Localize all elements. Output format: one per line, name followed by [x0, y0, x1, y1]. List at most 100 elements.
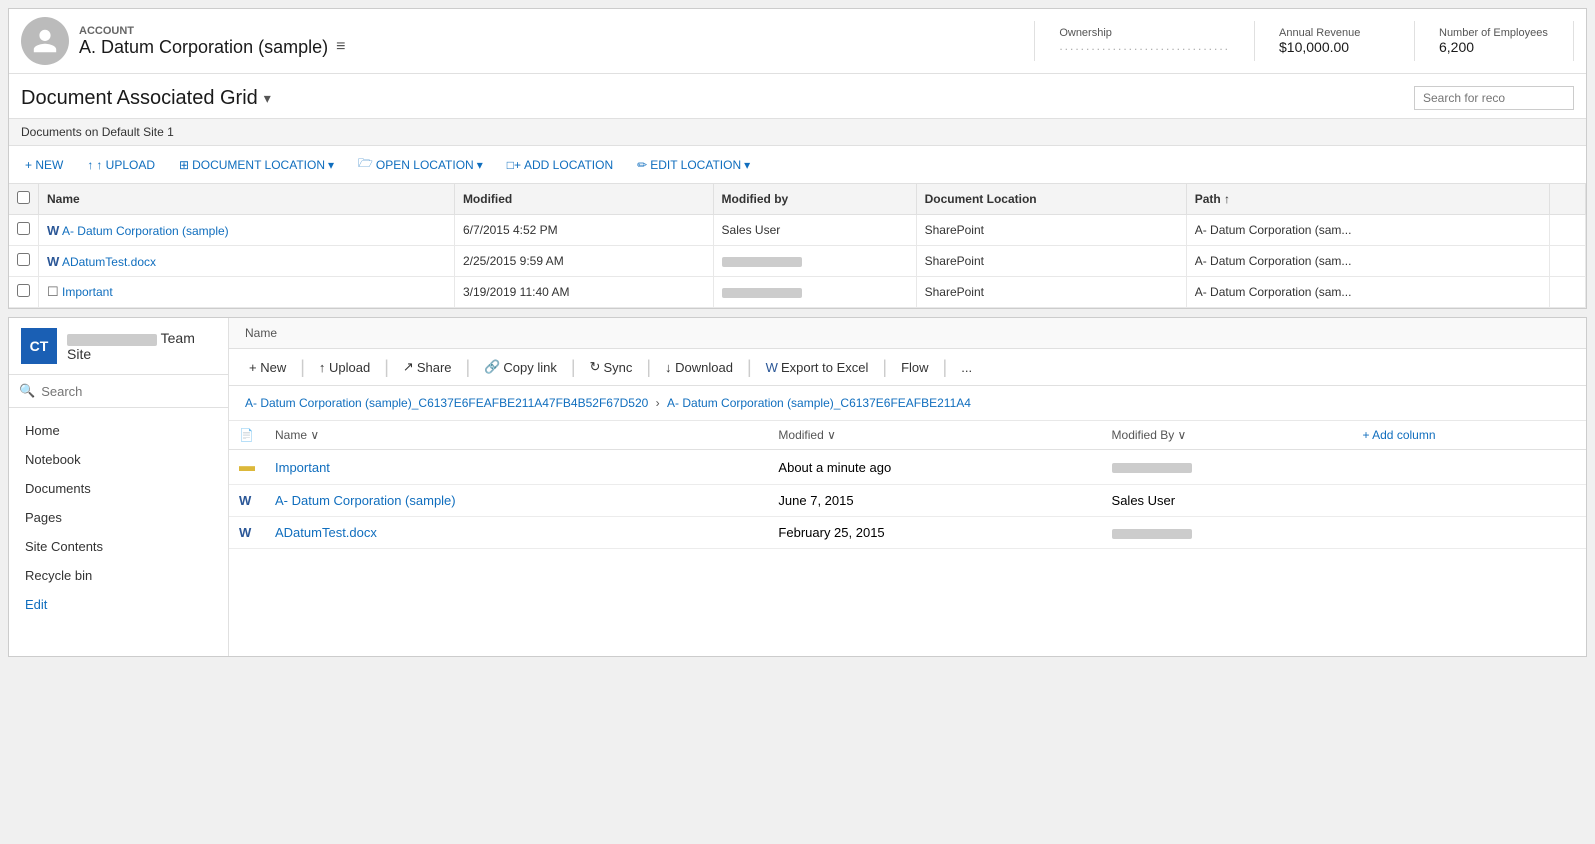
new-button[interactable]: + NEW: [21, 156, 67, 174]
sp-doc-name-link[interactable]: Important: [275, 460, 330, 475]
sp-col-name[interactable]: Name ∨: [265, 421, 768, 450]
word-icon: W: [47, 254, 59, 269]
edit-location-icon: ✏: [637, 158, 647, 172]
sp-nav-item-site-contents[interactable]: Site Contents: [9, 532, 228, 561]
grid-title-dropdown-icon[interactable]: ▾: [264, 90, 271, 107]
row-path-cell: A- Datum Corporation (sam...: [1186, 277, 1550, 308]
grid-title-wrap: Document Associated Grid ▾: [21, 87, 271, 110]
upload-button[interactable]: ↑ ↑ UPLOAD: [83, 156, 159, 174]
edit-location-button[interactable]: ✏ EDIT LOCATION ▾: [633, 156, 754, 174]
row-name-cell: W A- Datum Corporation (sample): [39, 215, 455, 246]
sp-doc-name-link[interactable]: ADatumTest.docx: [275, 525, 377, 540]
add-location-button[interactable]: □+ ADD LOCATION: [503, 156, 617, 174]
doc-name-link[interactable]: Important: [62, 285, 113, 299]
folder-icon: ▬: [239, 458, 255, 475]
col-doc-location: Document Location: [916, 184, 1186, 215]
sp-row-icon-cell: W: [229, 517, 265, 549]
ownership-label: Ownership: [1059, 27, 1230, 39]
sp-search-icon: 🔍: [19, 383, 35, 399]
sp-export-button[interactable]: W Export to Excel: [758, 356, 877, 379]
sp-nav-item-edit[interactable]: Edit: [9, 590, 228, 619]
sp-breadcrumb-part2: A- Datum Corporation (sample)_C6137E6FEA…: [667, 396, 971, 410]
file-icon: ☐: [47, 284, 59, 299]
sp-copy-link-icon: 🔗: [484, 359, 500, 375]
sp-doc-name-link[interactable]: A- Datum Corporation (sample): [275, 493, 456, 508]
table-row: W A- Datum Corporation (sample) 6/7/2015…: [9, 215, 1586, 246]
sp-table-row: W ADatumTest.docx February 25, 2015: [229, 517, 1586, 549]
sp-share-button[interactable]: ↗ Share: [395, 355, 460, 379]
sp-main: Name + New | ↑ Upload | ↗ Share | 🔗 Copy…: [229, 318, 1586, 656]
col-modified: Modified: [454, 184, 713, 215]
row-path-cell: A- Datum Corporation (sam...: [1186, 215, 1550, 246]
sp-col-modified[interactable]: Modified ∨: [768, 421, 1101, 450]
sp-nav-item-pages[interactable]: Pages: [9, 503, 228, 532]
sp-row-modified-by-cell: Sales User: [1102, 485, 1353, 517]
sp-table-row: ▬ Important About a minute ago: [229, 450, 1586, 485]
sp-search-input[interactable]: [41, 384, 218, 399]
row-checkbox-cell: [9, 277, 39, 308]
open-location-button[interactable]: 🗁 OPEN LOCATION ▾: [354, 152, 487, 177]
select-all-checkbox[interactable]: [17, 191, 30, 204]
row-doc-location-cell: SharePoint: [916, 215, 1186, 246]
sp-row-modified-cell: February 25, 2015: [768, 517, 1101, 549]
documents-table: Name Modified Modified by Document Locat…: [9, 184, 1586, 308]
annual-revenue-field: Annual Revenue $10,000.00: [1254, 21, 1414, 61]
row-doc-location-cell: SharePoint: [916, 246, 1186, 277]
table-row: W ADatumTest.docx 2/25/2015 9:59 AM Shar…: [9, 246, 1586, 277]
doc-name-link[interactable]: A- Datum Corporation (sample): [62, 224, 229, 238]
search-input[interactable]: [1414, 86, 1574, 110]
doc-name-link[interactable]: ADatumTest.docx: [62, 255, 156, 269]
word-icon: W: [239, 493, 251, 508]
row-modified-by-cell: Sales User: [713, 215, 916, 246]
sp-modified-by-blur: [1112, 529, 1192, 539]
sp-nav-item-notebook[interactable]: Notebook: [9, 445, 228, 474]
row-modified-by-cell: [713, 246, 916, 277]
sp-flow-button[interactable]: Flow: [893, 356, 936, 379]
sp-more-button[interactable]: ...: [953, 356, 980, 379]
row-checkbox[interactable]: [17, 284, 30, 297]
sp-copy-link-button[interactable]: 🔗 Copy link: [476, 355, 565, 379]
sp-sync-button[interactable]: ↻ Sync: [582, 355, 641, 379]
ownership-value: ................................: [1059, 39, 1230, 53]
table-row: ☐ Important 3/19/2019 11:40 AM SharePoin…: [9, 277, 1586, 308]
account-name: A. Datum Corporation (sample) ≡: [79, 37, 1034, 58]
sp-row-name-cell: ADatumTest.docx: [265, 517, 768, 549]
edit-location-dropdown-icon: ▾: [744, 158, 750, 172]
sp-nav-item-documents[interactable]: Documents: [9, 474, 228, 503]
row-checkbox[interactable]: [17, 253, 30, 266]
row-checkbox[interactable]: [17, 222, 30, 235]
sp-word-icon: W: [766, 360, 778, 375]
sp-row-modified-cell: About a minute ago: [768, 450, 1101, 485]
grid-title: Document Associated Grid: [21, 87, 258, 110]
sp-search-bar[interactable]: 🔍: [9, 375, 228, 408]
sp-row-icon-cell: ▬: [229, 450, 265, 485]
hamburger-menu-icon[interactable]: ≡: [336, 38, 345, 56]
sp-table-row: W A- Datum Corporation (sample) June 7, …: [229, 485, 1586, 517]
sp-new-button[interactable]: + New: [241, 356, 294, 379]
sp-col-add[interactable]: + Add column: [1352, 421, 1586, 450]
sp-nav-item-home[interactable]: Home: [9, 416, 228, 445]
sp-col-modified-by[interactable]: Modified By ∨: [1102, 421, 1353, 450]
open-location-dropdown-icon: ▾: [477, 158, 483, 172]
num-employees-label: Number of Employees: [1439, 27, 1549, 39]
row-checkbox-cell: [9, 246, 39, 277]
open-location-icon: 🗁: [358, 154, 373, 175]
sp-upload-button[interactable]: ↑ Upload: [311, 356, 378, 379]
account-fields: Ownership ..............................…: [1034, 21, 1574, 61]
row-modified-cell: 2/25/2015 9:59 AM: [454, 246, 713, 277]
sp-breadcrumb-sep: ›: [656, 396, 663, 410]
sp-breadcrumb-part1[interactable]: A- Datum Corporation (sample)_C6137E6FEA…: [245, 396, 648, 410]
row-modified-by-cell: [713, 277, 916, 308]
sharepoint-panel: CT Team Site 🔍 HomeNotebookDocumentsPage…: [8, 317, 1587, 657]
sp-toolbar: + New | ↑ Upload | ↗ Share | 🔗 Copy link…: [229, 349, 1586, 386]
sp-modified-by-value: Sales User: [1112, 493, 1176, 508]
doc-location-icon: ⊞: [179, 158, 189, 172]
site-bar: Documents on Default Site 1: [9, 119, 1586, 146]
select-all-checkbox-header[interactable]: [9, 184, 39, 215]
ownership-field: Ownership ..............................…: [1034, 21, 1254, 61]
document-location-button[interactable]: ⊞ DOCUMENT LOCATION ▾: [175, 156, 338, 174]
sp-download-button[interactable]: ↓ Download: [657, 356, 741, 379]
sp-logo-bar: CT Team Site: [9, 318, 228, 375]
doc-location-dropdown-icon: ▾: [328, 158, 334, 172]
sp-nav-item-recycle-bin[interactable]: Recycle bin: [9, 561, 228, 590]
